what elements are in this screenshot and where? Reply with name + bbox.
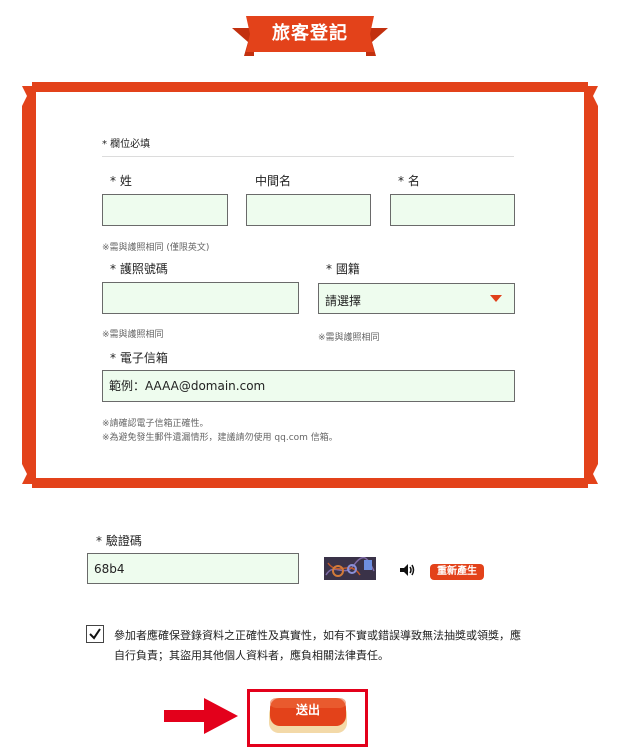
email-label: * 電子信箱 [110, 351, 168, 365]
passport-input[interactable] [102, 282, 299, 314]
checkmark-icon [89, 628, 101, 640]
title-ribbon: 旅客登記 [232, 14, 388, 60]
given-name-label: * 名 [398, 174, 420, 188]
email-hint-1: ※請確認電子信箱正確性。 [102, 419, 209, 429]
captcha-input[interactable] [87, 553, 299, 584]
name-hint: ※需與護照相同 (僅限英文) [102, 243, 210, 253]
submit-button[interactable]: 送出 [267, 696, 349, 734]
nationality-select[interactable]: 請選擇 [318, 283, 515, 314]
surname-label: * 姓 [110, 174, 132, 188]
caret-down-icon [490, 295, 502, 302]
page-title: 旅客登記 [272, 23, 348, 44]
passport-hint: ※需與護照相同 [102, 330, 164, 340]
nationality-hint: ※需與護照相同 [318, 333, 380, 343]
captcha-image [324, 557, 376, 580]
middle-name-label: 中間名 [255, 174, 292, 188]
divider [102, 156, 514, 157]
agreement-checkbox[interactable] [86, 625, 104, 643]
middle-name-input[interactable] [246, 194, 371, 226]
surname-input[interactable] [102, 194, 228, 226]
speaker-icon[interactable] [399, 563, 415, 577]
passport-label: * 護照號碼 [110, 262, 168, 276]
required-note: * 欄位必填 [102, 139, 151, 150]
regenerate-captcha-button[interactable]: 重新產生 [430, 564, 484, 580]
agreement-text: 參加者應確保登錄資料之正確性及真實性，如有不實或錯誤導致無法抽獎或領獎，應自行負… [114, 629, 521, 662]
nationality-label: * 國籍 [326, 262, 360, 276]
email-input[interactable] [102, 370, 515, 402]
captcha-label: * 驗證碼 [96, 534, 142, 548]
arrow-right-icon [164, 698, 238, 734]
submit-label: 送出 [295, 703, 320, 717]
nationality-selected-value: 請選擇 [325, 294, 362, 308]
given-name-input[interactable] [390, 194, 515, 226]
email-hint-2: ※為避免發生郵件遺漏情形，建議請勿使用 qq.com 信箱。 [102, 433, 338, 443]
